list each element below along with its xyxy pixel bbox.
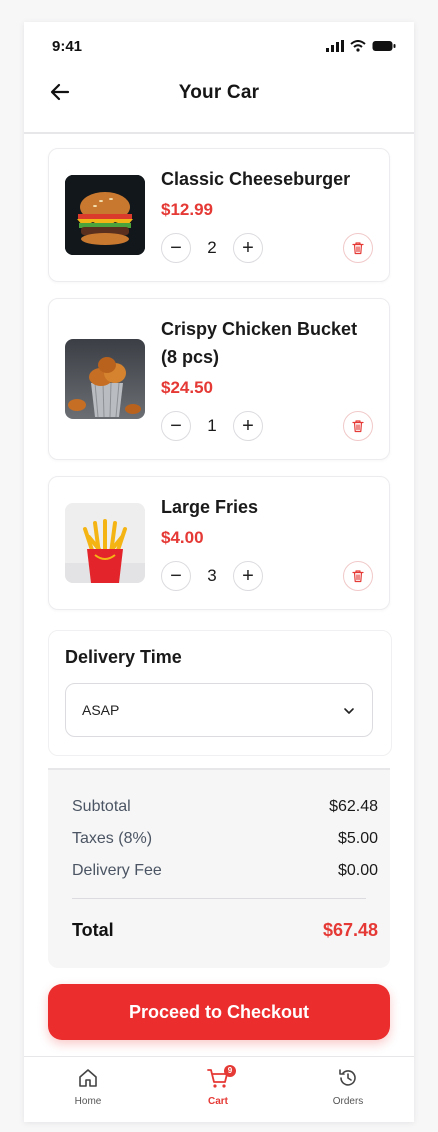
wifi-icon bbox=[350, 40, 366, 52]
cart-item-card: Classic Cheeseburger $12.99 − 2 + bbox=[48, 148, 390, 282]
item-price: $4.00 bbox=[161, 528, 204, 547]
decrease-quantity-button[interactable]: − bbox=[161, 561, 191, 591]
order-summary: Subtotal $62.48 Taxes (8%) $5.00 Deliver… bbox=[48, 770, 390, 968]
quantity-value: 2 bbox=[207, 238, 217, 257]
delivery-fee-label: Delivery Fee bbox=[72, 862, 162, 879]
trash-icon bbox=[352, 242, 364, 255]
item-image-chicken-bucket bbox=[65, 339, 145, 419]
cart-item-card: Large Fries $4.00 − 3 + bbox=[48, 476, 390, 610]
trash-icon bbox=[352, 570, 364, 583]
orders-history-icon bbox=[339, 1069, 356, 1086]
total-row: Total $67.48 bbox=[72, 920, 378, 941]
remove-item-button[interactable] bbox=[343, 411, 373, 441]
delivery-time-select[interactable]: ASAP bbox=[65, 683, 373, 737]
quantity-stepper: − 2 + bbox=[161, 233, 263, 263]
signal-icon bbox=[326, 40, 344, 52]
home-icon bbox=[79, 1069, 97, 1087]
trash-icon bbox=[352, 420, 364, 433]
delivery-fee-row: Delivery Fee $0.00 bbox=[72, 862, 378, 880]
nav-item-home[interactable]: Home bbox=[48, 1067, 128, 1107]
item-image-cheeseburger bbox=[65, 175, 145, 255]
increase-quantity-button[interactable]: + bbox=[233, 233, 263, 263]
quantity-value: 1 bbox=[207, 416, 217, 435]
delivery-time-section: Delivery Time ASAP bbox=[48, 630, 392, 756]
nav-item-orders[interactable]: Orders bbox=[308, 1067, 388, 1107]
proceed-to-checkout-button[interactable]: Proceed to Checkout bbox=[48, 984, 390, 1040]
quantity-stepper: − 3 + bbox=[161, 561, 263, 591]
remove-item-button[interactable] bbox=[343, 233, 373, 263]
delivery-fee-value: $0.00 bbox=[337, 862, 378, 879]
decrease-quantity-button[interactable]: − bbox=[161, 233, 191, 263]
quantity-stepper: − 1 + bbox=[161, 411, 263, 441]
status-time: 9:41 bbox=[52, 38, 83, 55]
cart-count-badge: 9 bbox=[224, 1065, 236, 1077]
taxes-value: $5.00 bbox=[337, 830, 378, 847]
increase-quantity-button[interactable]: + bbox=[233, 411, 263, 441]
taxes-row: Taxes (8%) $5.00 bbox=[72, 830, 378, 848]
cart-item-card: Crispy Chicken Bucket (8 pcs) $24.50 − 1… bbox=[48, 298, 390, 460]
taxes-label: Taxes (8%) bbox=[72, 830, 153, 847]
increase-quantity-button[interactable]: + bbox=[233, 561, 263, 591]
status-icons bbox=[326, 40, 396, 52]
subtotal-row: Subtotal $62.48 bbox=[72, 798, 378, 816]
decrease-quantity-button[interactable]: − bbox=[161, 411, 191, 441]
status-bar: 9:41 bbox=[24, 22, 414, 70]
nav-label-orders: Orders bbox=[332, 1096, 364, 1107]
item-price: $24.50 bbox=[161, 378, 213, 397]
total-label: Total bbox=[72, 920, 114, 940]
phone-screen: 9:41 Your Car Classic Cheeseburger $12.9… bbox=[24, 22, 414, 1122]
remove-item-button[interactable] bbox=[343, 561, 373, 591]
subtotal-value: $62.48 bbox=[329, 798, 378, 815]
battery-icon bbox=[372, 41, 396, 51]
nav-item-cart[interactable]: 9 Cart bbox=[178, 1065, 258, 1107]
item-name: Large Fries bbox=[161, 497, 259, 517]
item-name: Crispy Chicken Bucket (8 pcs) bbox=[161, 319, 358, 367]
chevron-down-icon bbox=[344, 708, 354, 714]
item-image-fries bbox=[65, 503, 145, 583]
total-value: $67.48 bbox=[322, 920, 378, 940]
nav-label-home: Home bbox=[74, 1096, 102, 1107]
delivery-time-value: ASAP bbox=[82, 702, 120, 718]
bottom-nav: Home 9 Cart Orders bbox=[24, 1056, 414, 1122]
quantity-value: 3 bbox=[207, 566, 217, 585]
item-name: Classic Cheeseburger bbox=[161, 169, 351, 189]
header: Your Car bbox=[24, 70, 414, 134]
item-price: $12.99 bbox=[161, 200, 213, 219]
nav-label-cart: Cart bbox=[207, 1096, 228, 1107]
delivery-time-label: Delivery Time bbox=[65, 647, 182, 667]
page-title: Your Car bbox=[178, 82, 260, 103]
summary-separator bbox=[72, 898, 366, 899]
subtotal-label: Subtotal bbox=[72, 798, 131, 815]
